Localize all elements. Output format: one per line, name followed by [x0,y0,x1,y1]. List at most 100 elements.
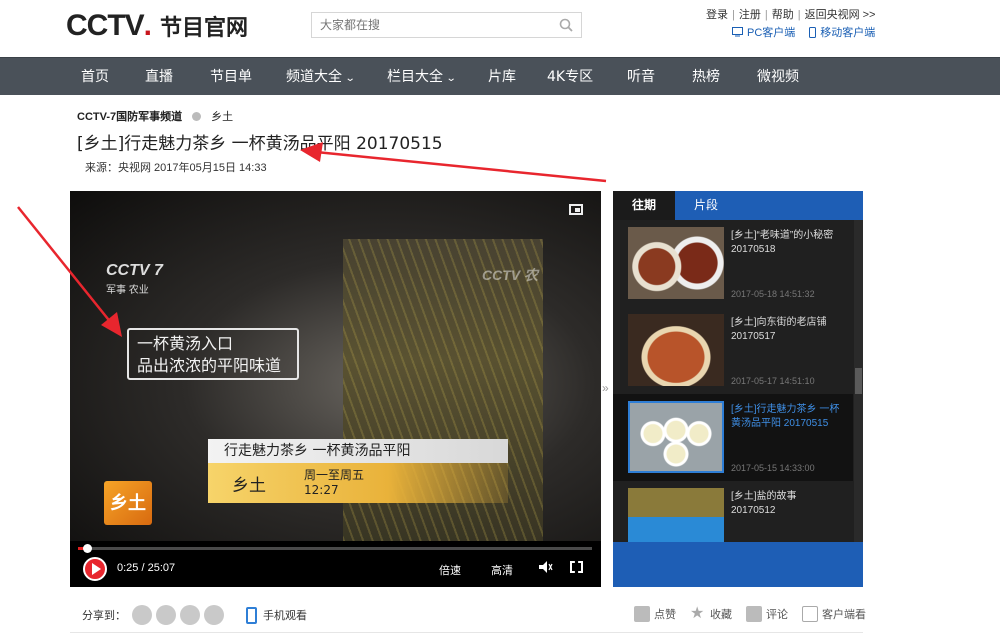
sidebar-scrollbar[interactable] [854,220,863,542]
episode-title: [乡土]行走魅力茶乡 一杯黄汤品平阳 20170515 [731,404,840,429]
schedule-time: 12:27 [304,483,339,497]
like-button[interactable]: 点赞 [634,606,676,622]
tab-clips[interactable]: 片段 [675,191,737,220]
episode-item[interactable]: [乡土]盐的故事 20170512 [613,481,853,542]
nav-item-live[interactable]: 直播 [145,58,173,96]
register-link[interactable]: 注册 [739,9,761,21]
episode-thumbnail[interactable] [628,488,724,542]
mobile-client-link[interactable]: 移动客户端 [809,24,875,40]
episode-thumbnail[interactable] [628,314,724,386]
search-icon[interactable] [559,18,573,32]
cctv7-watermark: CCTV 7 军事 农业 [106,262,163,296]
caption-line: 一杯黄汤入口 [137,334,234,353]
login-link[interactable]: 登录 [706,9,728,21]
tab-past-episodes[interactable]: 往期 [613,191,675,220]
monitor-icon [732,27,743,37]
channel-link[interactable]: CCTV-7国防军事频道 [77,108,182,124]
nav-label: 热榜 [692,69,720,85]
quality-button[interactable]: 高清 [491,562,513,578]
nav-label: 听音 [627,69,655,85]
nav-label: 直播 [145,69,173,85]
share-bar: 分享到： 手机观看 [82,605,307,625]
nav-item-schedule[interactable]: 节目单 [210,58,252,96]
nav-item-channels[interactable]: 频道大全 ⌄ [286,58,356,96]
back-to-cctv-link[interactable]: 返回央视网 >> [805,9,876,21]
logo-subtitle: 节目官网 [160,16,249,41]
nav-label: 首页 [81,69,109,85]
watermark-text: CCTV 7 [106,262,163,279]
weibo-icon[interactable] [132,605,152,625]
client-links: PC客户端 移动客户端 [732,24,875,40]
nav-item-columns[interactable]: 栏目大全 ⌄ [387,58,457,96]
progress-bar[interactable] [78,544,592,553]
episode-list: [乡土]“老味道”的小秘密 20170518 2017-05-18 14:51:… [613,220,853,542]
star-icon: ★ [690,605,705,622]
phone-icon [809,26,817,38]
nav-label: 频道大全 [286,69,342,85]
episode-title: [乡土]向东街的老店铺 20170517 [731,317,827,342]
share-label: 分享到： [82,610,126,622]
scrollbar-thumb[interactable] [855,368,862,394]
nav-item-library[interactable]: 片库 [488,58,516,96]
search-input[interactable] [312,13,542,37]
like-label: 点赞 [654,609,676,621]
lower-third-title: 行走魅力茶乡 一杯黄汤品平阳 [208,439,508,463]
video-player[interactable]: CCTV 7 军事 农业 CCTV 农 一杯黄汤入口 品出浓浓的平阳味道 行走魅力… [70,191,601,587]
program-badge: 乡土 [104,481,152,525]
pc-client-link[interactable]: PC客户端 [732,24,795,40]
collapse-arrow-icon[interactable]: » [602,381,609,395]
info-dot-icon [192,111,202,121]
mobile-watch-link[interactable]: 手机观看 [246,606,307,624]
column-link[interactable]: 乡土 [211,108,233,124]
picture-in-picture-icon[interactable] [569,204,583,215]
fullscreen-icon[interactable] [570,561,583,573]
chevron-down-icon: ⌄ [445,73,457,84]
divider [70,632,863,633]
action-bar: 点赞 ★ 收藏 评论 客户端看 [634,606,866,622]
mobile-watch-label: 手机观看 [263,610,307,622]
speed-button[interactable]: 倍速 [439,562,461,578]
caption-line: 品出浓浓的平阳味道 [137,356,282,375]
qzone-icon[interactable] [204,605,224,625]
top-links: 登录 | 注册 | 帮助 | 返回央视网 >> [706,9,876,21]
search-box[interactable] [311,12,582,38]
comment-button[interactable]: 评论 [746,606,788,622]
breadcrumb: CCTV-7国防军事频道 乡土 [77,108,233,124]
chevron-down-icon: ⌄ [344,73,356,84]
wechat-icon[interactable] [180,605,200,625]
sidebar-tabs: 往期 片段 [613,191,863,220]
pc-client-label: PC客户端 [747,27,796,39]
lower-third: 行走魅力茶乡 一杯黄汤品平阳 乡土 周一至周五 12:27 [208,439,508,509]
video-source: 来源：央视网 2017年05月15日 14:33 [85,162,267,174]
episode-thumbnail[interactable] [628,227,724,299]
nav-item-4k[interactable]: 4K专区 [547,58,593,96]
episode-thumbnail[interactable] [628,401,724,473]
nav-item-audio[interactable]: 听音 [627,58,655,96]
client-watch-label: 客户端看 [822,609,866,621]
video-frame[interactable]: CCTV 7 军事 农业 CCTV 农 一杯黄汤入口 品出浓浓的平阳味道 行走魅力… [70,191,601,541]
logo-text: CCTV [66,9,145,42]
episode-time: 2017-05-18 14:51:32 [731,289,815,299]
play-button[interactable] [83,557,107,581]
mobile-client-label: 移动客户端 [820,27,876,39]
progress-knob[interactable] [82,544,92,553]
episode-time: 2017-05-17 14:51:10 [731,376,815,386]
help-link[interactable]: 帮助 [772,9,794,21]
episode-item[interactable]: [乡土]向东街的老店铺 20170517 2017-05-17 14:51:10 [613,307,853,394]
volume-icon[interactable] [539,561,553,573]
episode-item[interactable]: [乡土]“老味道”的小秘密 20170518 2017-05-18 14:51:… [613,220,853,307]
nav-item-home[interactable]: 首页 [81,58,109,96]
nav-item-micro-video[interactable]: 微视频 [757,58,799,96]
nav-label: 节目单 [210,69,252,85]
cctv-logo[interactable]: CCTV. 节目官网 [66,9,249,42]
nav-item-hot[interactable]: 热榜 [692,58,720,96]
nav-label: 微视频 [757,69,799,85]
comment-label: 评论 [766,609,788,621]
client-watch-button[interactable]: 客户端看 [802,606,866,622]
qq-icon[interactable] [156,605,176,625]
thumbs-up-icon [634,606,650,622]
cctv-glass-watermark: CCTV 农 [482,267,538,283]
favorite-button[interactable]: ★ 收藏 [690,606,732,622]
episode-item-active[interactable]: [乡土]行走魅力茶乡 一杯黄汤品平阳 20170515 2017-05-15 1… [613,394,853,481]
nav-label: 片库 [488,69,516,85]
